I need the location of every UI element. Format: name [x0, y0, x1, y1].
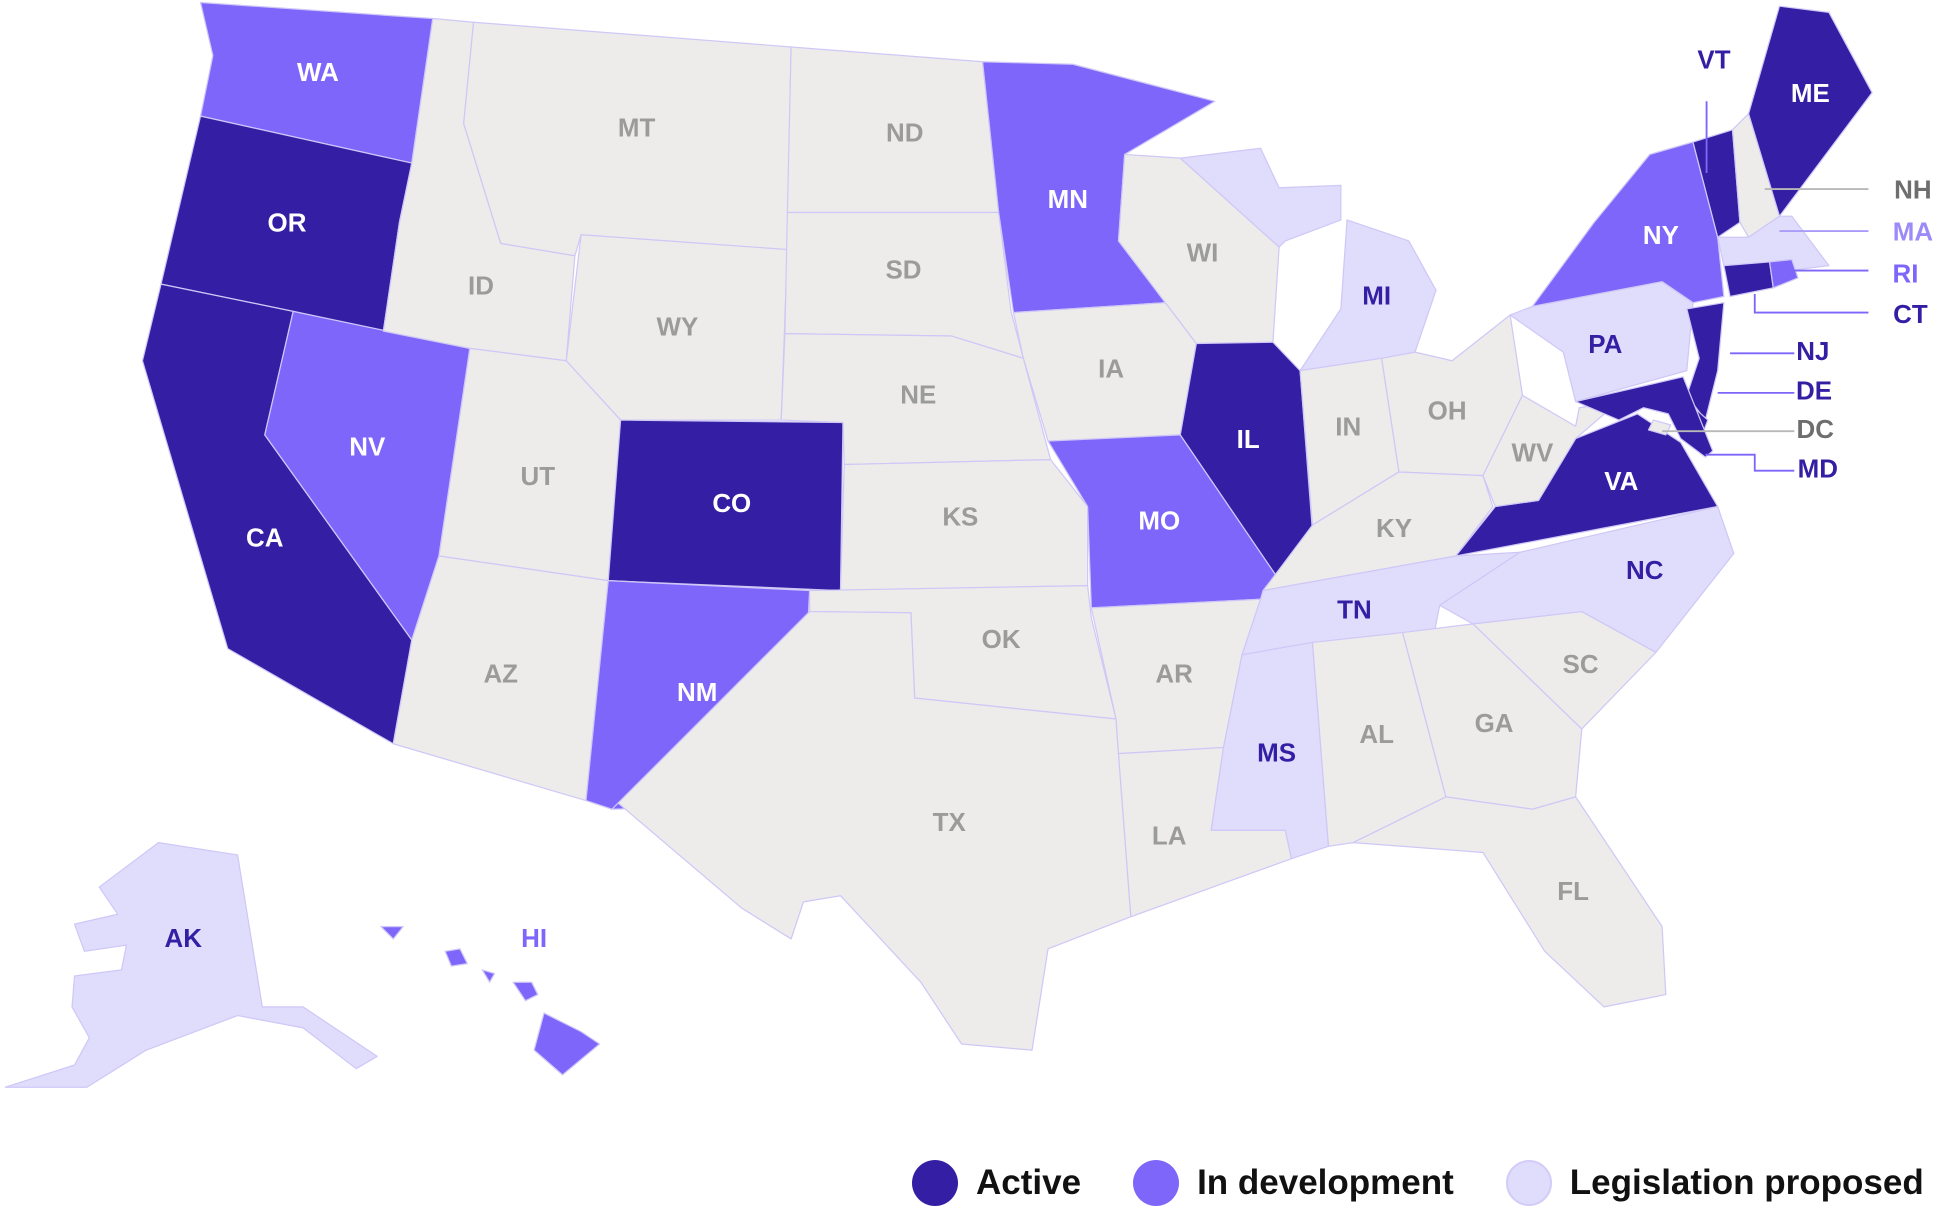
legend-swatch-legislation-proposed [1505, 1160, 1552, 1206]
state-label-tx: TX [933, 809, 967, 837]
state-ct[interactable] [1723, 261, 1774, 298]
state-ri[interactable] [1768, 258, 1799, 289]
state-ny[interactable] [1531, 141, 1725, 308]
legend: Active In development Legislation propos… [912, 1160, 1924, 1206]
state-label-ne: NE [900, 381, 936, 409]
state-label-vt: VT [1697, 47, 1730, 75]
state-label-ms: MS [1257, 740, 1296, 768]
state-label-de: DE [1796, 378, 1832, 406]
legend-label: Active [976, 1163, 1082, 1202]
state-label-nh: NH [1894, 176, 1931, 204]
state-label-dc: DC [1797, 416, 1835, 444]
state-label-ca: CA [246, 525, 284, 553]
state-label-ia: IA [1098, 356, 1124, 384]
legend-label: Legislation proposed [1569, 1163, 1924, 1202]
state-shapes [4, 1, 1873, 1088]
state-label-md: MD [1798, 456, 1838, 484]
state-label-hi: HI [521, 925, 547, 953]
state-label-ri: RI [1893, 260, 1919, 288]
state-label-la: LA [1152, 823, 1187, 851]
state-hi[interactable] [380, 925, 404, 940]
state-label-me: ME [1791, 80, 1830, 108]
legend-swatch-active [912, 1160, 958, 1206]
state-label-nc: NC [1626, 557, 1664, 585]
state-label-va: VA [1604, 468, 1638, 496]
state-label-ak: AK [165, 925, 203, 953]
state-label-ok: OK [982, 626, 1021, 654]
state-label-nm: NM [677, 679, 717, 707]
state-label-mt: MT [618, 115, 656, 143]
state-label-mn: MN [1048, 186, 1088, 214]
state-label-mi: MI [1362, 283, 1391, 311]
state-label-az: AZ [483, 661, 518, 689]
state-fl[interactable] [1352, 796, 1667, 1008]
state-label-co: CO [712, 490, 751, 518]
callout-line-ct [1753, 294, 1869, 314]
state-label-ut: UT [521, 463, 556, 491]
state-label-nd: ND [886, 120, 923, 148]
state-hi[interactable] [444, 948, 469, 967]
state-label-ny: NY [1643, 222, 1679, 250]
state-label-sd: SD [885, 257, 921, 285]
state-label-tn: TN [1337, 596, 1372, 624]
state-label-or: OR [268, 210, 307, 238]
state-hi[interactable] [481, 969, 496, 983]
legend-label: In development [1197, 1163, 1454, 1202]
legend-swatch-in-development [1133, 1160, 1180, 1206]
state-label-pa: PA [1588, 331, 1622, 359]
legend-item-in-development: In development [1133, 1160, 1454, 1206]
state-label-wy: WY [657, 313, 699, 341]
state-label-wi: WI [1187, 239, 1219, 267]
state-label-mo: MO [1138, 507, 1180, 535]
legend-item-legislation-proposed: Legislation proposed [1505, 1160, 1924, 1206]
state-label-nv: NV [349, 433, 386, 461]
us-state-map: WA OR CA NV ID MT WY UT AZ CO NM ND SD NE KS OK TX MN IA MO… [4, 1, 1934, 1088]
state-label-ky: KY [1376, 515, 1412, 543]
state-hi[interactable] [512, 981, 539, 1002]
state-label-wv: WV [1511, 440, 1553, 468]
state-label-il: IL [1237, 426, 1260, 454]
state-label-wa: WA [297, 59, 339, 87]
state-ak[interactable] [4, 841, 378, 1088]
state-label-id: ID [468, 273, 494, 301]
callout-line-md [1705, 453, 1795, 472]
state-label-ar: AR [1155, 661, 1193, 689]
state-label-ks: KS [942, 504, 978, 532]
state-label-ma: MA [1893, 218, 1934, 246]
state-hi[interactable] [533, 1012, 601, 1076]
state-label-ga: GA [1475, 710, 1514, 738]
state-label-fl: FL [1557, 878, 1589, 906]
state-label-in: IN [1335, 414, 1361, 442]
state-label-sc: SC [1563, 651, 1599, 679]
state-label-al: AL [1359, 721, 1394, 749]
state-label-ct: CT [1893, 301, 1928, 329]
state-label-nj: NJ [1796, 338, 1829, 366]
state-label-oh: OH [1428, 398, 1467, 426]
legend-item-active: Active [912, 1160, 1081, 1206]
